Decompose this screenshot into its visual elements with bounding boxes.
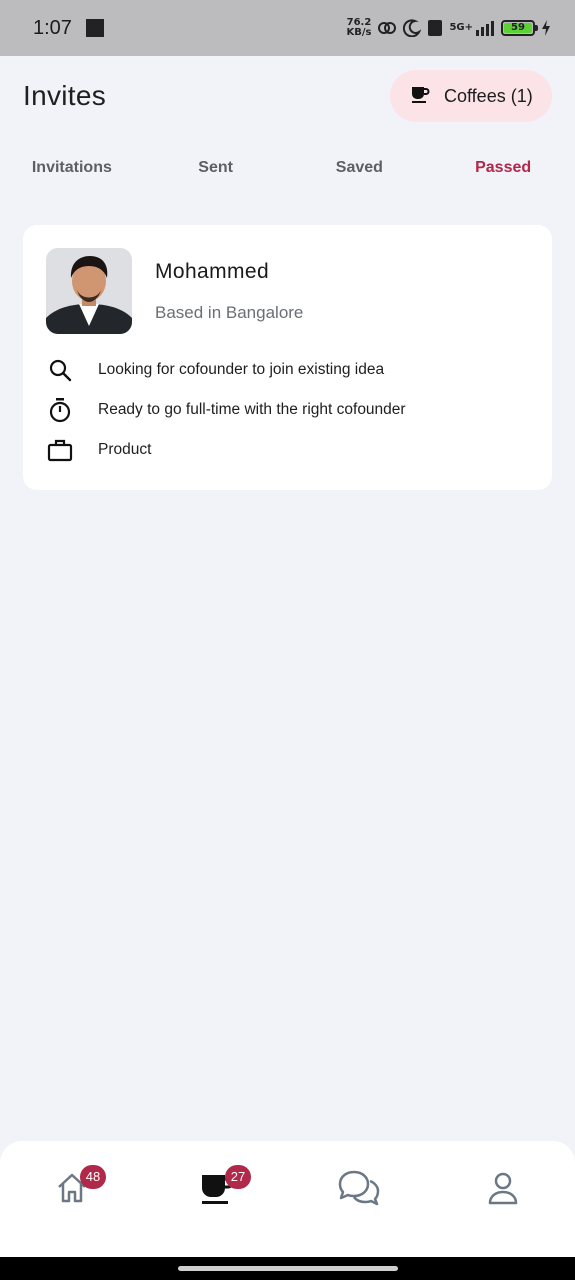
briefcase-icon <box>46 436 74 464</box>
profile-name: Mohammed <box>155 260 270 283</box>
status-bar: 1:07 76.2 KB/s 5G+ 59 <box>0 0 575 56</box>
volte-icon <box>427 19 443 37</box>
coffee-badge: 27 <box>225 1165 251 1189</box>
detail-row-looking-for: Looking for cofounder to join existing i… <box>46 356 384 384</box>
tab-sent[interactable]: Sent <box>144 148 288 190</box>
moon-icon <box>403 19 422 37</box>
nav-home[interactable]: 48 <box>47 1165 106 1215</box>
tab-saved[interactable]: Saved <box>288 148 432 190</box>
signal-icon: 5G+ <box>449 20 495 36</box>
page-title: Invites <box>23 80 107 111</box>
detail-text: Looking for cofounder to join existing i… <box>98 361 385 378</box>
gesture-handle[interactable] <box>178 1266 398 1271</box>
coffees-button[interactable]: Coffees (1) <box>390 70 552 122</box>
notification-icon <box>85 19 104 37</box>
tab-bar: Invitations Sent Saved Passed <box>0 148 575 190</box>
nav-profile[interactable] <box>478 1165 528 1215</box>
profile-card[interactable]: Mohammed Based in Bangalore Looking for … <box>23 225 552 490</box>
tab-invitations[interactable]: Invitations <box>0 148 144 190</box>
chat-bubbles-icon <box>336 1168 382 1213</box>
charging-icon <box>541 20 551 36</box>
network-speed: 76.2 KB/s <box>346 17 372 38</box>
detail-row-role: Product <box>46 436 151 464</box>
tab-passed[interactable]: Passed <box>431 148 575 190</box>
system-nav-bar <box>0 1257 575 1280</box>
avatar <box>46 248 132 334</box>
profile-location: Based in Bangalore <box>155 303 304 322</box>
search-icon <box>46 356 74 384</box>
battery-icon: 59 <box>501 20 538 36</box>
header: Invites Coffees (1) <box>0 70 575 124</box>
bottom-nav: 48 27 <box>0 1141 575 1257</box>
detail-row-commitment: Ready to go full-time with the right cof… <box>46 396 406 424</box>
detail-text: Ready to go full-time with the right cof… <box>98 401 406 418</box>
nav-coffee[interactable]: 27 <box>192 1165 251 1215</box>
coffee-cup-icon <box>410 84 430 109</box>
nav-chats[interactable] <box>334 1165 384 1215</box>
coffees-label: Coffees (1) <box>444 85 533 106</box>
stopwatch-icon <box>46 396 74 424</box>
status-time: 1:07 <box>33 16 72 39</box>
status-icons: 76.2 KB/s 5G+ 59 <box>346 18 551 38</box>
profile-icon <box>486 1170 520 1211</box>
home-badge: 48 <box>80 1165 106 1189</box>
detail-text: Product <box>98 441 152 458</box>
link-icon <box>377 18 397 38</box>
